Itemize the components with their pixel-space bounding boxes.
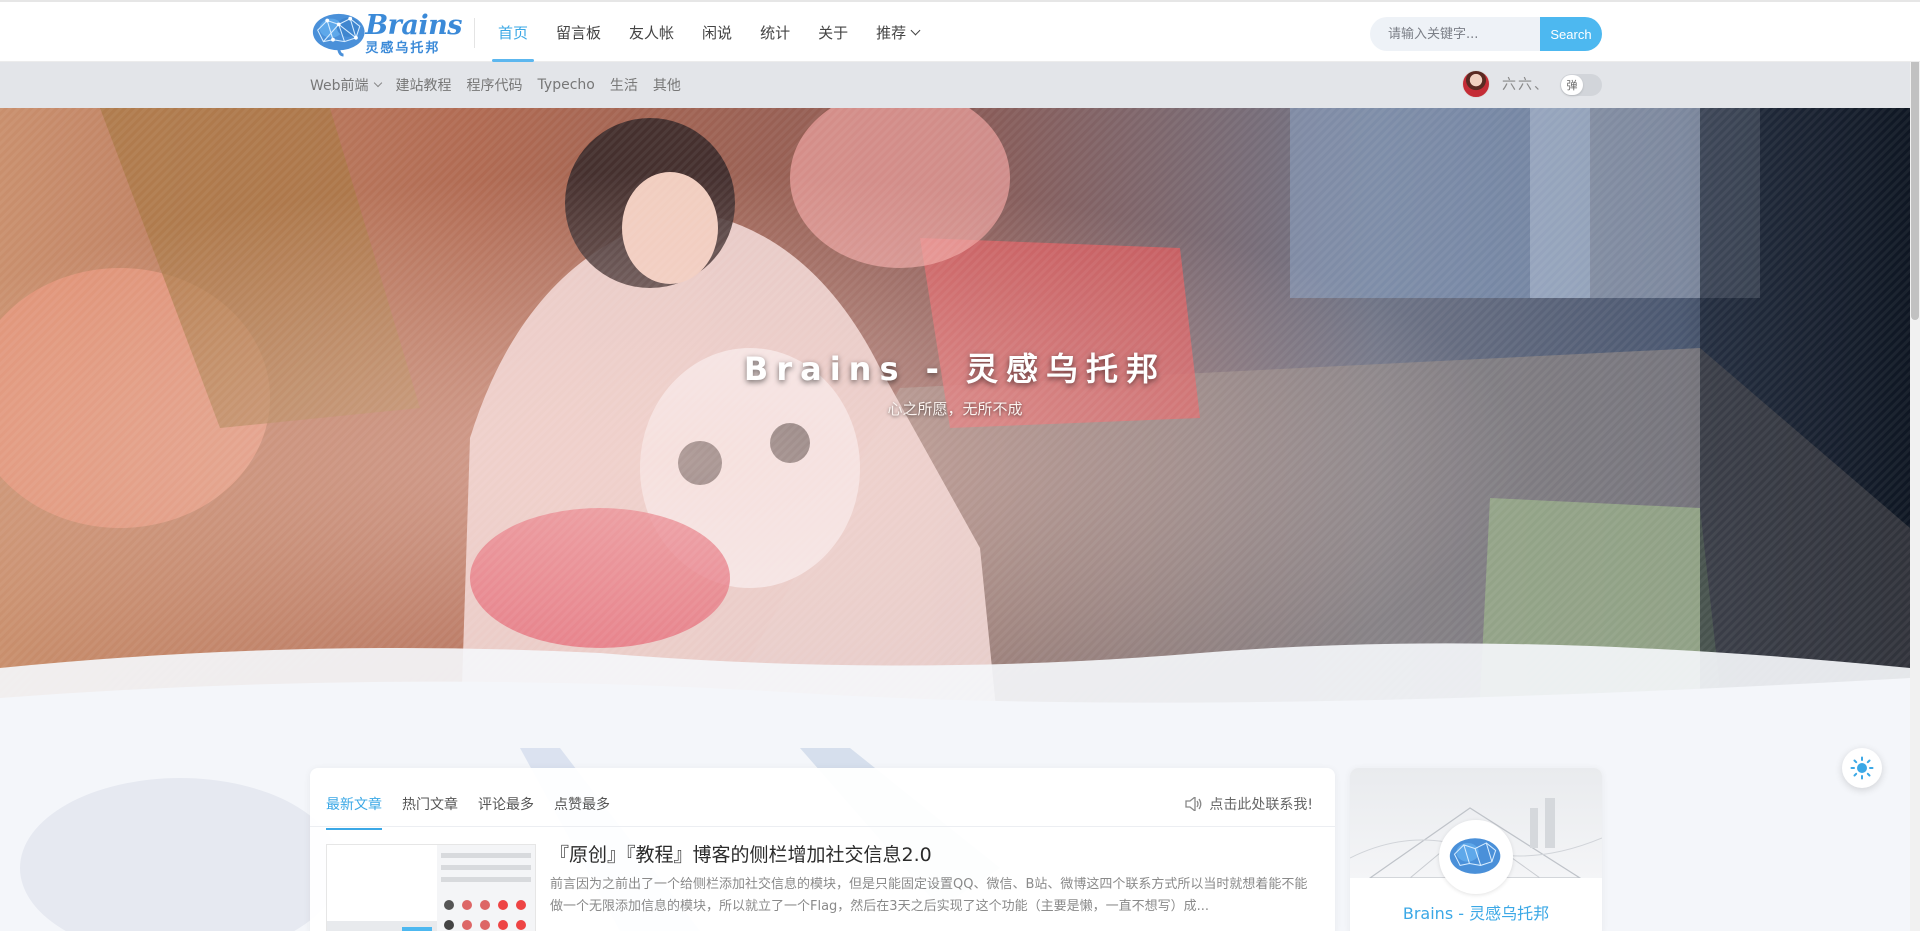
hero-background-image: [0, 108, 1910, 748]
chevron-down-icon: [373, 78, 382, 88]
theme-toggle-button[interactable]: [1842, 748, 1882, 788]
category-label: 程序代码: [466, 78, 523, 94]
toggle-knob: 弹: [1561, 75, 1583, 95]
nav-item-recommend[interactable]: 推荐: [862, 2, 933, 62]
logo-subtitle: 灵感乌托邦: [365, 40, 441, 56]
nav-label: 关于: [818, 23, 849, 42]
nav-item-about[interactable]: 关于: [804, 2, 862, 62]
category-other[interactable]: 其他: [653, 75, 681, 95]
category-label: 生活: [609, 78, 638, 94]
search-input[interactable]: [1370, 17, 1540, 51]
brain-logo-icon: [312, 13, 365, 57]
tab-popular[interactable]: 热门文章: [402, 794, 458, 830]
nav-item-friends[interactable]: 友人帐: [615, 2, 688, 62]
article-title[interactable]: 『原创』『教程』博客的侧栏增加社交信息2.0: [550, 840, 932, 867]
user-menu[interactable]: 六六、: [1462, 70, 1550, 98]
nav-label: 统计: [760, 23, 791, 42]
nav-item-home[interactable]: 首页: [484, 2, 542, 62]
tab-latest[interactable]: 最新文章: [326, 794, 382, 830]
nav-label: 留言板: [556, 23, 602, 42]
category-label: 其他: [652, 78, 681, 94]
category-label: Typecho: [537, 77, 595, 93]
brain-logo-icon: [1449, 838, 1501, 874]
tab-most-comments[interactable]: 评论最多: [478, 794, 534, 830]
chevron-down-icon: [910, 25, 921, 35]
article-list-card: 最新文章 热门文章 评论最多 点赞最多 点击此处联系我! 『原创』『教程』博客的…: [310, 768, 1335, 931]
hero-title: Brains - 灵感乌托邦: [743, 350, 1167, 388]
nav-item-guestbook[interactable]: 留言板: [542, 2, 615, 62]
author-card: Brains - 灵感乌托邦: [1350, 768, 1602, 931]
category-bar: Web前端 建站教程 程序代码 Typecho 生活 其他 六六、 弹: [0, 62, 1910, 108]
nav-item-chatter[interactable]: 闲说: [688, 2, 746, 62]
top-header: Brains 灵感乌托邦 首页 留言板 友人帐 闲说 统计 关于 推荐 Sear…: [0, 0, 1920, 62]
tab-most-likes[interactable]: 点赞最多: [554, 794, 610, 830]
logo-divider: [474, 18, 475, 48]
main-nav: 首页 留言板 友人帐 闲说 统计 关于 推荐: [484, 2, 933, 62]
category-life[interactable]: 生活: [610, 75, 638, 95]
category-code[interactable]: 程序代码: [467, 75, 523, 95]
article-tabs: 最新文章 热门文章 评论最多 点赞最多: [326, 794, 630, 830]
category-nav: Web前端 建站教程 程序代码 Typecho 生活 其他: [310, 62, 696, 108]
barrage-toggle[interactable]: 弹: [1560, 74, 1602, 96]
article-excerpt: 前言因为之前出了一个给侧栏添加社交信息的模块，但是只能固定设置QQ、微信、B站、…: [550, 877, 1308, 914]
category-site-tutorial[interactable]: 建站教程: [396, 75, 452, 95]
username: 六六、: [1502, 77, 1550, 93]
hero-subtitle: 心之所愿，无所不成: [887, 400, 1023, 418]
nav-label: 闲说: [702, 23, 733, 42]
nav-label: 首页: [498, 23, 529, 42]
category-label: Web前端: [310, 78, 369, 94]
search-box: Search: [1370, 17, 1602, 51]
site-name: Brains - 灵感乌托邦: [1402, 904, 1550, 923]
avatar: [1462, 70, 1490, 98]
category-label: 建站教程: [395, 78, 452, 94]
category-typecho[interactable]: Typecho: [538, 77, 595, 93]
contact-text: 点击此处联系我!: [1209, 797, 1313, 813]
author-avatar[interactable]: [1439, 820, 1513, 894]
tabs-divider: [310, 826, 1335, 827]
page-scrollbar[interactable]: [1910, 0, 1920, 931]
site-logo[interactable]: Brains 灵感乌托邦: [310, 8, 462, 58]
speaker-icon: [1185, 797, 1202, 811]
article-thumbnail[interactable]: [326, 844, 536, 931]
hero-banner: Brains - 灵感乌托邦 心之所愿，无所不成: [0, 108, 1910, 748]
nav-label: 推荐: [876, 23, 907, 42]
nav-label: 友人帐: [629, 23, 675, 42]
search-button[interactable]: Search: [1540, 17, 1602, 51]
logo-title: Brains: [365, 9, 462, 41]
contact-link[interactable]: 点击此处联系我!: [1185, 794, 1313, 814]
nav-item-stats[interactable]: 统计: [746, 2, 804, 62]
sun-icon: [1850, 756, 1874, 780]
category-web-frontend[interactable]: Web前端: [310, 75, 382, 95]
